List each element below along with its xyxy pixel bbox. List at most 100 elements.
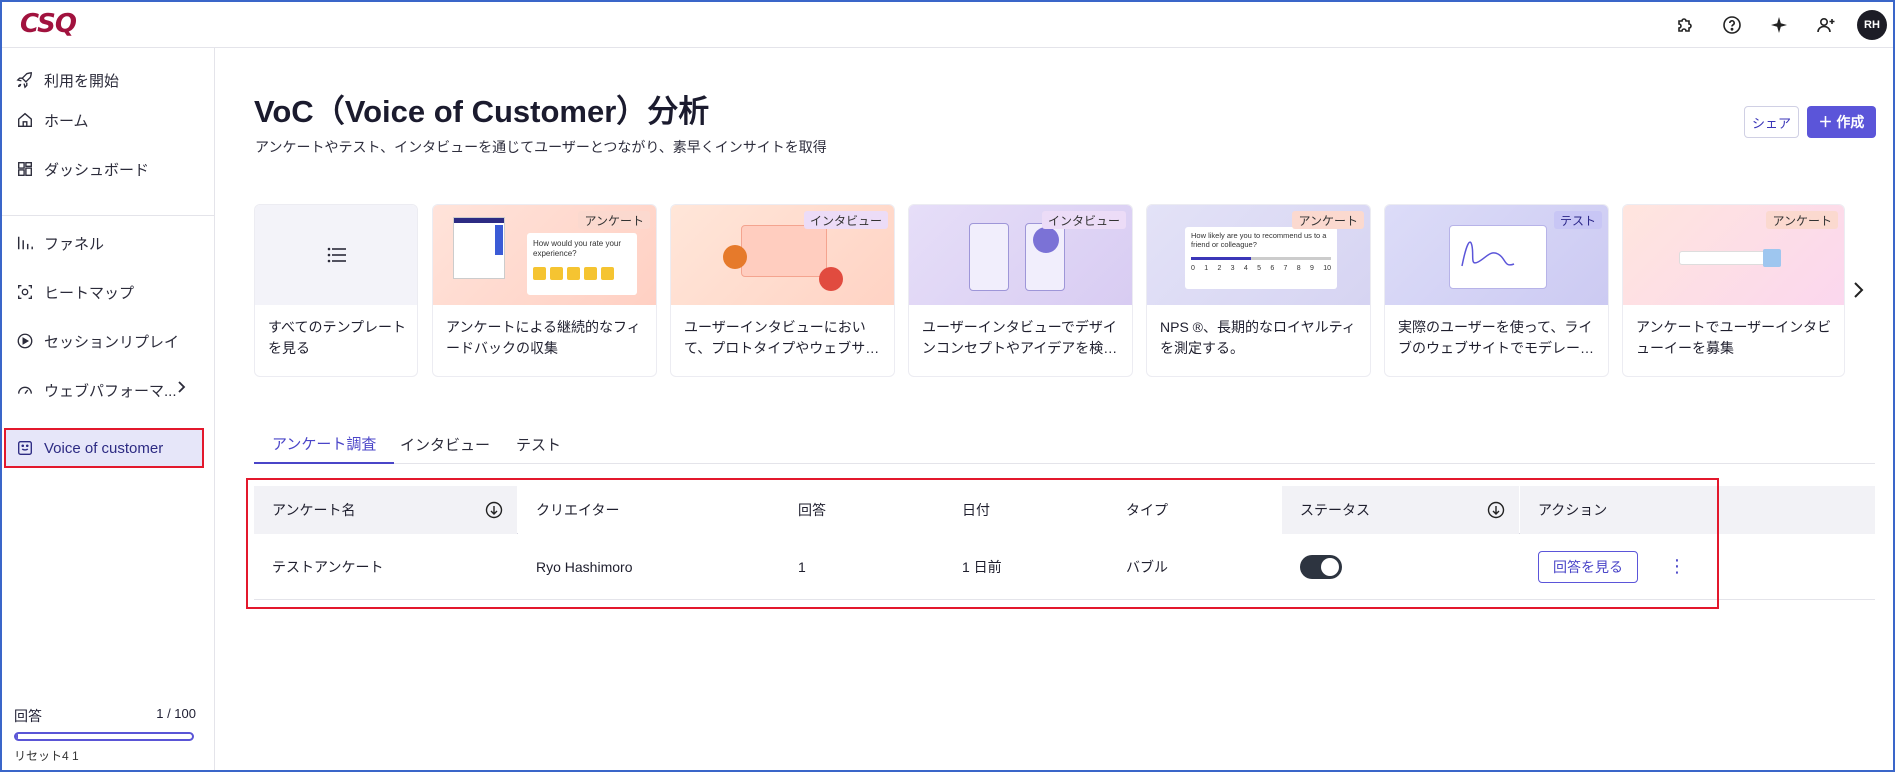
column-header-actions: アクション — [1520, 486, 1875, 534]
sidebar-item-label: Voice of customer — [44, 439, 164, 457]
mock-button — [1763, 249, 1781, 267]
quota-label: 回答 — [14, 708, 42, 724]
top-bar: CSQ RH — [2, 2, 1893, 48]
template-card-design-interview[interactable]: インタビュー ユーザーインタビューでデザインコンセプトやアイデアを検… — [908, 204, 1133, 377]
column-header-name[interactable]: アンケート名 — [254, 486, 517, 534]
person-avatar — [723, 245, 747, 269]
page-title: VoC（Voice of Customer）分析 — [254, 94, 710, 129]
share-button[interactable]: シェア — [1744, 106, 1799, 138]
template-card-live-test[interactable]: テスト 実際のユーザーを使って、ライブのウェブサイトでモデレー… — [1384, 204, 1609, 377]
sidebar-item-dashboard[interactable]: ダッシュボード — [12, 149, 202, 189]
template-card-nps[interactable]: How likely are you to recommend us to a … — [1146, 204, 1371, 377]
puzzle-icon[interactable] — [1668, 8, 1702, 42]
sidebar-item-getting-started[interactable]: 利用を開始 — [12, 60, 202, 100]
nps-scale: 0 1 2 3 4 5 6 7 8 9 10 — [1191, 264, 1331, 273]
column-label: アクション — [1538, 502, 1608, 518]
replay-icon — [14, 330, 36, 352]
column-label: 日付 — [962, 502, 990, 518]
table-row[interactable]: テストアンケート Ryo Hashimoro 1 1 日前 バブル 回答を見る … — [254, 534, 1875, 600]
sidebar-item-label: ファネル — [44, 235, 105, 253]
list-icon — [327, 247, 346, 263]
person-avatar — [819, 267, 843, 291]
nps-scale-value: 3 — [1230, 265, 1235, 272]
status-cell — [1282, 534, 1520, 600]
sidebar-item-funnel[interactable]: ファネル — [12, 223, 202, 263]
card-title: アンケートによる継続的なフィードバックの収集 — [446, 319, 641, 356]
nps-scale-value: 6 — [1270, 265, 1275, 272]
mock-browser — [1449, 225, 1547, 289]
nps-scale-value: 7 — [1283, 265, 1288, 272]
quota-reset: リセット4 1 — [14, 749, 79, 763]
nps-scale-value: 9 — [1309, 265, 1314, 272]
card-title: NPS ®、長期的なロイヤルティを測定する。 — [1160, 319, 1356, 356]
sidebar: 利用を開始 ホーム ダッシュボード ファネル ヒートマップ セッションリプレイ — [2, 48, 215, 770]
check-icon — [1033, 227, 1059, 253]
quota-count: 1 / 100 — [156, 706, 196, 721]
sidebar-item-heatmap[interactable]: ヒートマップ — [12, 272, 202, 312]
tab-surveys[interactable]: アンケート調査 — [254, 424, 395, 464]
column-header-responses: 回答 — [780, 486, 944, 534]
card-badge: インタビュー — [1041, 211, 1126, 229]
nps-scale-value: 0 — [1191, 265, 1195, 272]
top-icons: RH — [1655, 8, 1893, 42]
column-label: ステータス — [1300, 502, 1370, 518]
mock-tab — [495, 225, 503, 255]
card-title: 実際のユーザーを使って、ライブのウェブサイトでモデレー… — [1398, 319, 1594, 356]
tab-interviews[interactable]: インタビュー — [400, 424, 490, 464]
actions-cell: 回答を見る ⋮ — [1520, 534, 1875, 600]
column-header-creator: クリエイター — [518, 486, 780, 534]
sidebar-item-session-replay[interactable]: セッションリプレイ — [12, 321, 202, 361]
toggle-knob — [1321, 557, 1339, 576]
nps-scale-value: 8 — [1296, 265, 1301, 272]
scribble-icon — [1461, 241, 1515, 267]
add-user-icon[interactable] — [1809, 8, 1843, 42]
chevron-right-icon — [1854, 282, 1864, 298]
sort-down-icon[interactable] — [1487, 501, 1505, 522]
heatmap-icon — [14, 281, 36, 303]
card-badge: テスト — [1553, 211, 1602, 229]
nps-scale-value: 4 — [1243, 265, 1248, 272]
survey-date: 1 日前 — [962, 558, 1002, 575]
sort-down-icon[interactable] — [485, 501, 503, 522]
emoji-rating — [533, 267, 631, 280]
logo[interactable]: CSQ — [20, 9, 77, 39]
mock-question: How likely are you to recommend us to a … — [1191, 231, 1327, 249]
column-label: アンケート名 — [272, 502, 356, 518]
column-header-status[interactable]: ステータス — [1282, 486, 1519, 534]
sparkle-icon[interactable] — [1762, 8, 1796, 42]
column-label: クリエイター — [536, 502, 620, 518]
gauge-icon — [14, 379, 36, 401]
rocket-icon — [14, 69, 36, 91]
card-image — [255, 205, 417, 305]
sidebar-item-web-performance[interactable]: ウェブパフォーマ... — [12, 370, 202, 410]
sidebar-item-label: ウェブパフォーマ... — [44, 382, 177, 400]
create-button[interactable]: ＋ 作成 — [1807, 106, 1876, 138]
funnel-icon — [14, 232, 36, 254]
template-card-feedback[interactable]: How would you rate your experience? アンケー… — [432, 204, 657, 377]
sidebar-item-label: ダッシュボード — [44, 161, 150, 179]
help-icon[interactable] — [1715, 8, 1749, 42]
tab-tests[interactable]: テスト — [516, 424, 561, 464]
template-card-recruit[interactable]: アンケート アンケートでユーザーインタビューイーを募集 — [1622, 204, 1845, 377]
voc-icon — [14, 437, 36, 459]
view-responses-button[interactable]: 回答を見る — [1538, 550, 1638, 583]
carousel-next-button[interactable] — [1850, 280, 1866, 305]
template-card-prototype-interview[interactable]: インタビュー ユーザーインタビューにおいて、プロトタイプやウェブサ… — [670, 204, 895, 377]
nps-scale-value: 5 — [1257, 265, 1261, 272]
nps-scale-value: 1 — [1204, 265, 1209, 272]
card-title: アンケートでユーザーインタビューイーを募集 — [1636, 319, 1832, 356]
survey-name[interactable]: テストアンケート — [254, 534, 518, 600]
sidebar-item-label: ホーム — [44, 112, 89, 130]
sidebar-item-voice-of-customer[interactable]: Voice of customer — [4, 428, 204, 468]
status-toggle[interactable] — [1300, 554, 1342, 579]
more-options-icon[interactable]: ⋮ — [1668, 556, 1686, 577]
chevron-right-icon[interactable] — [174, 380, 188, 398]
column-header-date: 日付 — [944, 486, 1108, 534]
sidebar-item-label: セッションリプレイ — [44, 333, 180, 351]
template-card-all[interactable]: すべてのテンプレートを見る — [254, 204, 418, 377]
survey-table: アンケート名 クリエイター 回答 日付 タイプ ステータス アクション テストア… — [254, 486, 1875, 600]
sidebar-item-home[interactable]: ホーム — [12, 100, 202, 140]
avatar[interactable]: RH — [1857, 10, 1887, 40]
dashboard-icon — [14, 158, 36, 180]
sidebar-item-label: ヒートマップ — [44, 284, 135, 302]
